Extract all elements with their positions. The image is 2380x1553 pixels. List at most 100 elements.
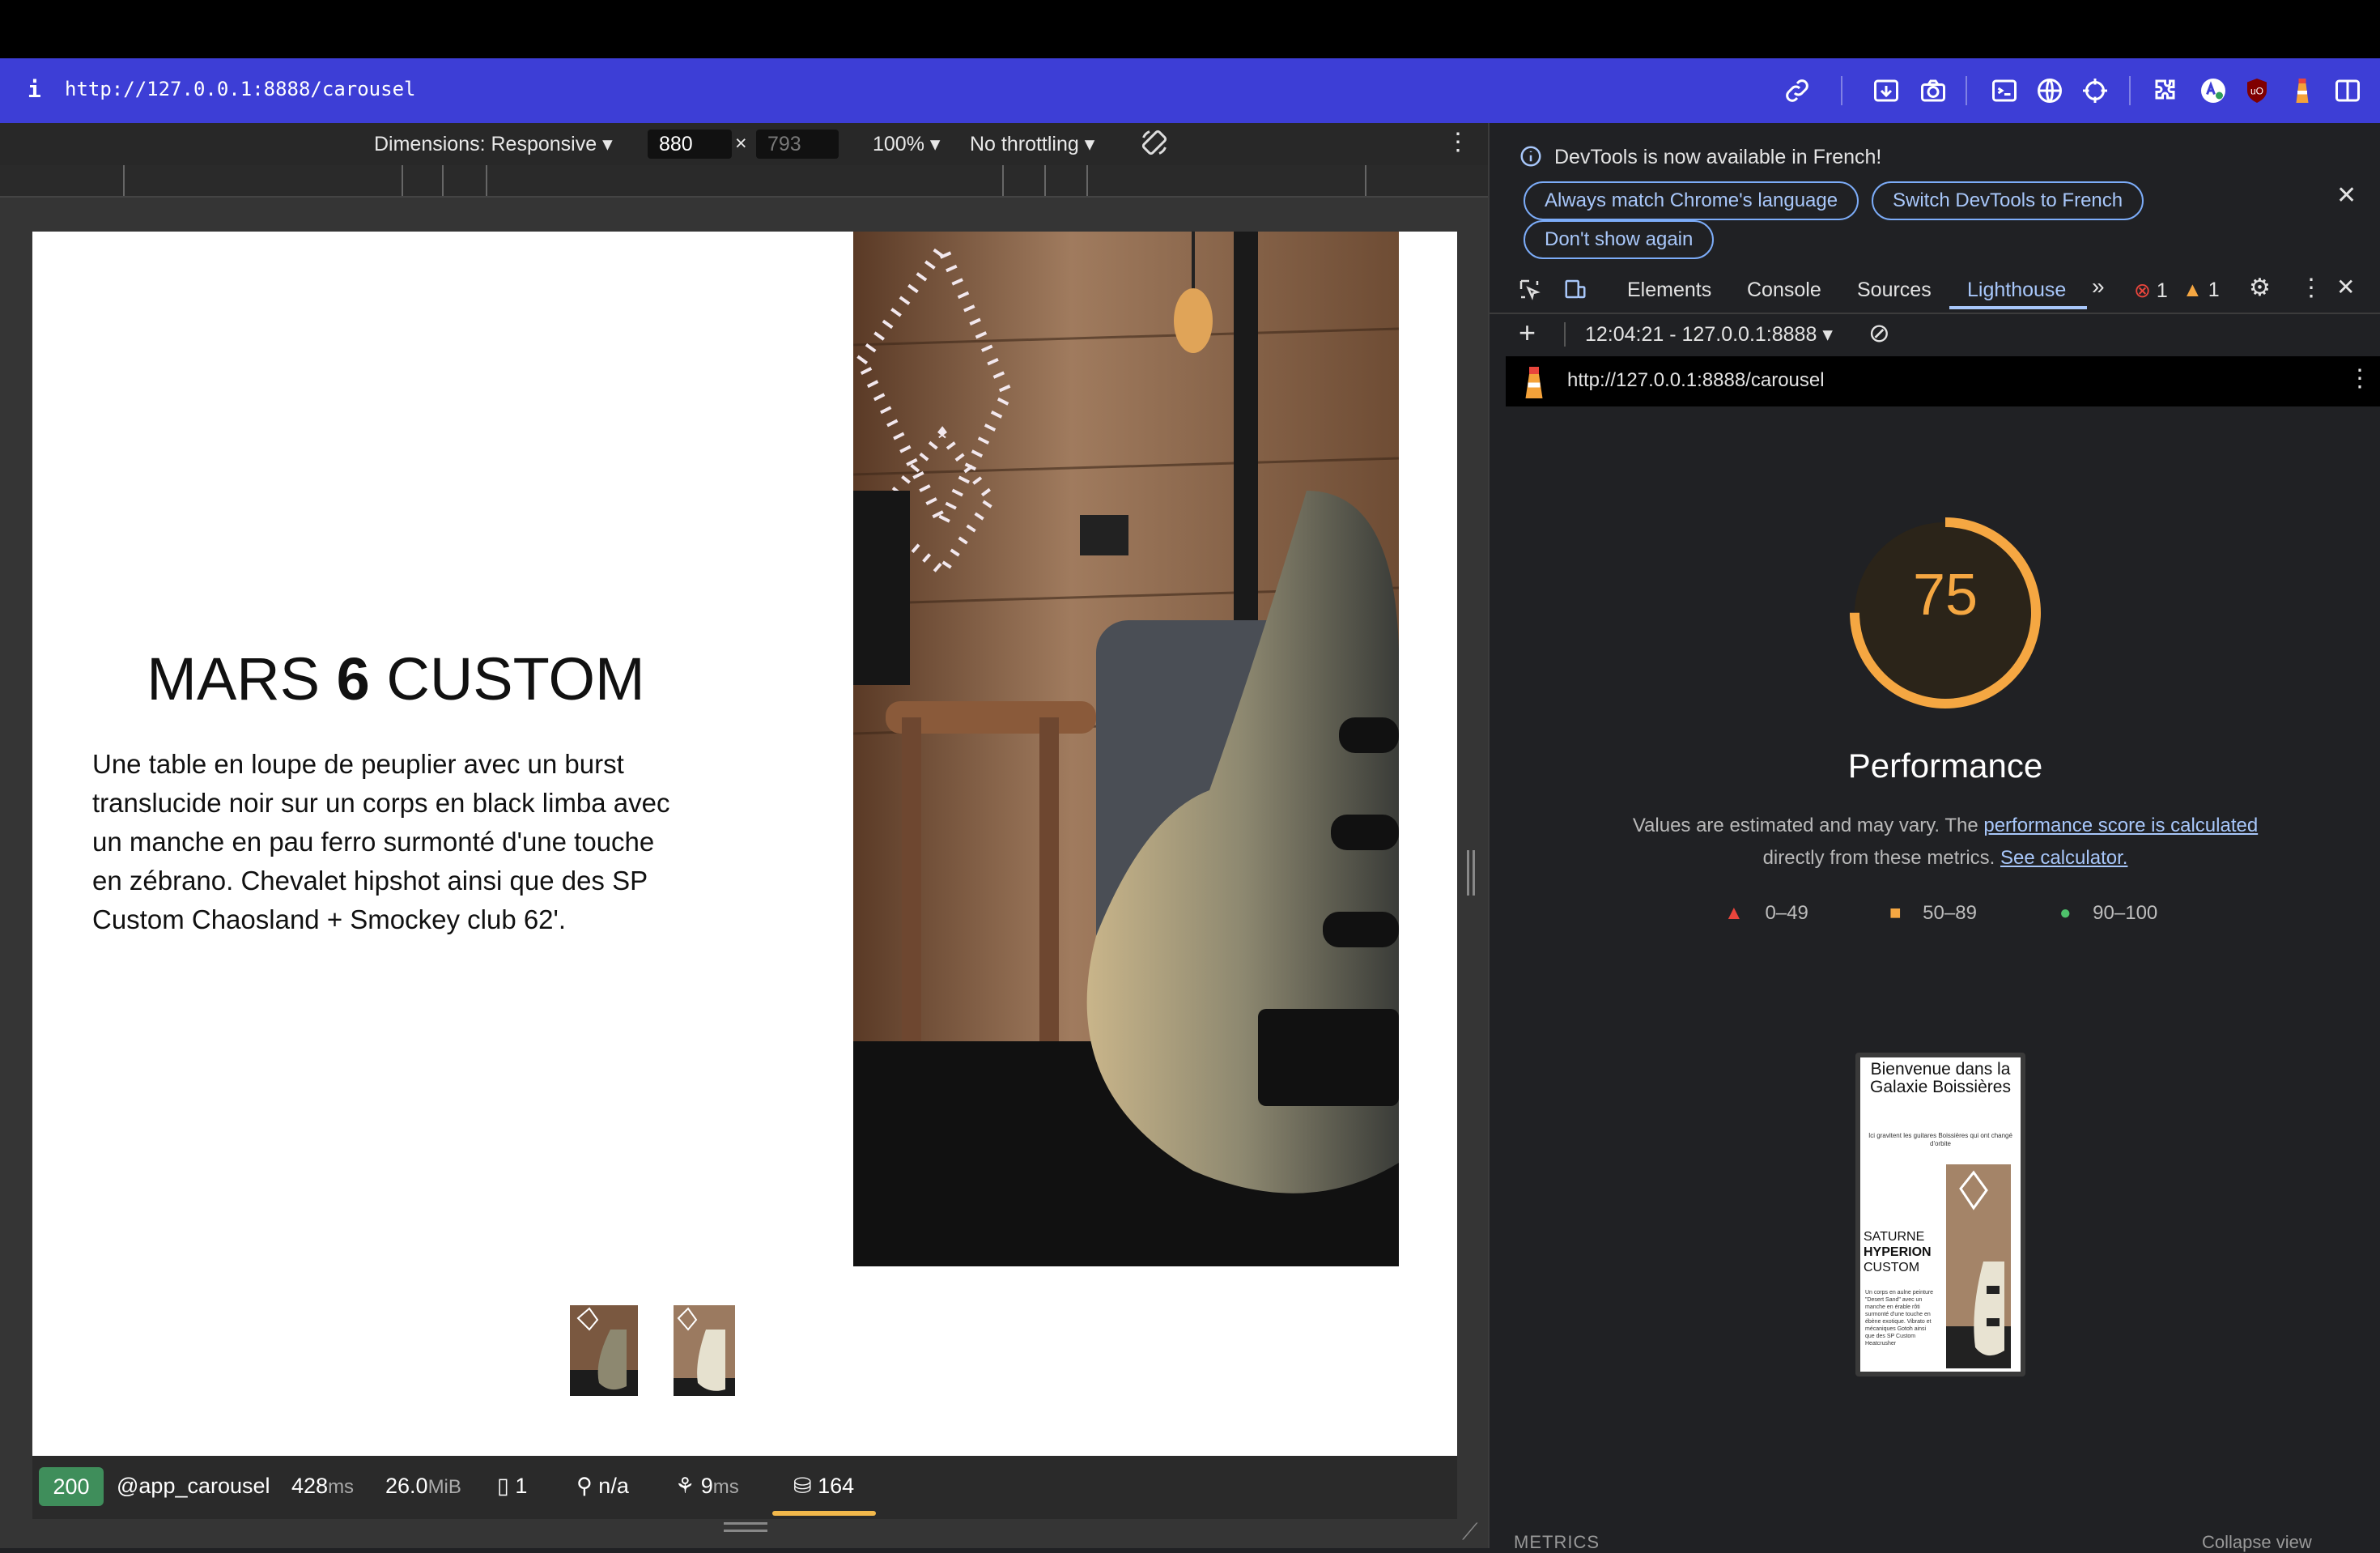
terminal-icon[interactable]	[1990, 76, 2019, 105]
preview-title: SATURNE HYPERION CUSTOM	[1864, 1229, 1932, 1275]
switch-to-french-button[interactable]: Switch DevTools to French	[1872, 181, 2144, 220]
tab-console[interactable]: Console	[1747, 279, 1821, 302]
toolbar-separator	[1841, 76, 1842, 105]
match-language-button[interactable]: Always match Chrome's language	[1524, 181, 1859, 220]
dimensions-label: Dimensions: Responsive	[374, 133, 597, 155]
note-text: Values are estimated and may vary. The	[1632, 815, 1984, 836]
preview-description: Un corps en aulne peinture "Desert Sand"…	[1865, 1290, 1934, 1347]
title-post: CUSTOM	[369, 645, 645, 713]
symfony-debug-toolbar: 200 @app_carousel 428ms 26.0MiB ▯ 1 ⚲ n/…	[32, 1456, 1457, 1519]
report-selector-label: 12:04:21 - 127.0.0.1:8888	[1585, 323, 1817, 346]
performance-score: 75	[1912, 563, 1978, 628]
page-screenshot-preview[interactable]: Bienvenue dans la Galaxie Boissières Ici…	[1855, 1053, 2025, 1376]
extensions-puzzle-icon[interactable]	[2152, 76, 2181, 105]
triangle-icon: ▲	[1724, 902, 1744, 924]
ruler-tick	[1044, 165, 1046, 196]
twig-panel[interactable]: ⚘ 9ms	[675, 1474, 739, 1499]
zoom-chevron-icon: ▾	[929, 133, 941, 155]
zoom-dropdown[interactable]: 100% ▾	[873, 132, 940, 156]
close-devtools-icon[interactable]: ✕	[2336, 274, 2355, 300]
resize-handle-right[interactable]	[1467, 850, 1475, 896]
language-notice: DevTools is now available in French!	[1554, 146, 1882, 168]
svg-text:uO: uO	[2250, 86, 2263, 97]
guitar-title: MARS 6 CUSTOM	[133, 645, 659, 713]
collapse-view-toggle[interactable]: Collapse view	[2202, 1532, 2312, 1553]
resize-corner-icon[interactable]: ⟋	[1462, 1519, 1478, 1546]
throttling-label: No throttling	[970, 133, 1079, 155]
score-calculation-link[interactable]: performance score is calculated	[1983, 815, 2258, 836]
request-time-unit: ms	[328, 1476, 355, 1498]
report-url: http://127.0.0.1:8888/carousel	[1567, 369, 1825, 391]
dont-show-again-button[interactable]: Don't show again	[1524, 220, 1715, 259]
tab-elements[interactable]: Elements	[1627, 279, 1711, 302]
note-text-2: directly from these metrics.	[1762, 847, 1995, 869]
legend-average: ■ 50–89	[1889, 902, 1977, 925]
preview-title-pre: SATURNE	[1864, 1230, 1925, 1244]
close-notice-icon[interactable]: ✕	[2336, 181, 2357, 210]
url-text[interactable]: http://127.0.0.1:8888/carousel	[65, 78, 415, 100]
devtools-panel: DevTools is now available in French! Alw…	[1488, 123, 2380, 1552]
ruler-tick	[1365, 165, 1366, 196]
throttling-dropdown[interactable]: No throttling ▾	[970, 132, 1094, 156]
twig-unit: ms	[712, 1476, 739, 1498]
warning-counter[interactable]: ▲ 1	[2182, 279, 2220, 302]
tab-lighthouse[interactable]: Lighthouse	[1967, 279, 2066, 302]
memory-usage[interactable]: 26.0MiB	[385, 1474, 461, 1499]
lighthouse-extension-icon[interactable]	[2288, 76, 2317, 105]
new-report-icon[interactable]: +	[1519, 316, 1536, 350]
metrics-heading: METRICS	[1514, 1532, 1600, 1552]
width-input[interactable]: 880	[648, 130, 732, 159]
more-tabs-icon[interactable]: »	[2092, 274, 2105, 300]
link-icon[interactable]	[1783, 76, 1812, 105]
doctrine-panel[interactable]: ⛁ 164	[793, 1474, 854, 1499]
database-icon: ⛁	[793, 1474, 812, 1498]
clear-reports-icon[interactable]: ⊘	[1868, 317, 1890, 348]
preview-guitar-image	[1946, 1164, 2011, 1368]
toolbar-separator	[1966, 76, 1967, 105]
translate-extension-icon[interactable]	[2199, 76, 2228, 105]
db-query-count: 164	[818, 1474, 855, 1498]
http-status-badge[interactable]: 200	[39, 1467, 104, 1506]
toolbar-separator	[2129, 76, 2131, 105]
request-time[interactable]: 428ms	[291, 1474, 354, 1499]
globe-icon[interactable]	[2035, 76, 2064, 105]
device-more-icon[interactable]: ⋮	[1446, 128, 1470, 156]
see-calculator-link[interactable]: See calculator.	[2000, 847, 2127, 869]
tab-sources[interactable]: Sources	[1857, 279, 1932, 302]
dimension-times-symbol: ×	[735, 132, 747, 155]
preview-title-bold: HYPERION	[1864, 1245, 1932, 1259]
device-toggle-icon[interactable]	[1562, 277, 1588, 307]
carousel-thumbnail[interactable]	[674, 1305, 735, 1396]
sidebar-toggle-icon[interactable]	[2333, 76, 2362, 105]
report-menu-icon[interactable]: ⋮	[2348, 364, 2372, 393]
screenshot-area-icon[interactable]	[1872, 76, 1901, 105]
forms-panel[interactable]: ▯ 1	[497, 1474, 527, 1499]
resize-handle-bottom[interactable]	[724, 1522, 767, 1532]
debug-url-bar: i http://127.0.0.1:8888/carousel uO	[0, 58, 2380, 123]
security-panel[interactable]: ⚲ n/a	[576, 1474, 629, 1499]
info-circle-icon	[1519, 144, 1543, 174]
info-icon[interactable]: i	[28, 76, 41, 103]
devtools-menu-icon[interactable]: ⋮	[2299, 274, 2323, 302]
camera-icon[interactable]	[1919, 76, 1948, 105]
ruler-tick	[1002, 165, 1004, 196]
twig-value: 9	[700, 1474, 713, 1498]
report-selector[interactable]: 12:04:21 - 127.0.0.1:8888 ▾	[1585, 322, 1833, 347]
crosshair-icon[interactable]	[2080, 76, 2110, 105]
memory-unit: MiB	[427, 1476, 461, 1498]
legend-pass: ● 90–100	[2059, 902, 2157, 925]
route-name[interactable]: @app_carousel	[117, 1474, 270, 1499]
media-query-ruler[interactable]	[0, 165, 1488, 198]
inspect-element-icon[interactable]	[1517, 277, 1541, 307]
user-value: n/a	[598, 1474, 629, 1498]
tabs-divider	[1490, 313, 2380, 314]
ruler-tick	[486, 165, 487, 196]
ublock-icon[interactable]: uO	[2242, 76, 2272, 105]
height-input[interactable]: 793	[756, 130, 839, 159]
dimensions-dropdown[interactable]: Dimensions: Responsive ▾	[374, 132, 613, 156]
error-counter[interactable]: ⊗ 1	[2134, 279, 2168, 303]
settings-gear-icon[interactable]: ⚙	[2249, 274, 2271, 302]
emulated-page: MARS 6 CUSTOM Une table en loupe de peup…	[32, 232, 1457, 1456]
carousel-thumbnail[interactable]	[570, 1305, 638, 1396]
rotate-icon[interactable]	[1140, 128, 1169, 163]
